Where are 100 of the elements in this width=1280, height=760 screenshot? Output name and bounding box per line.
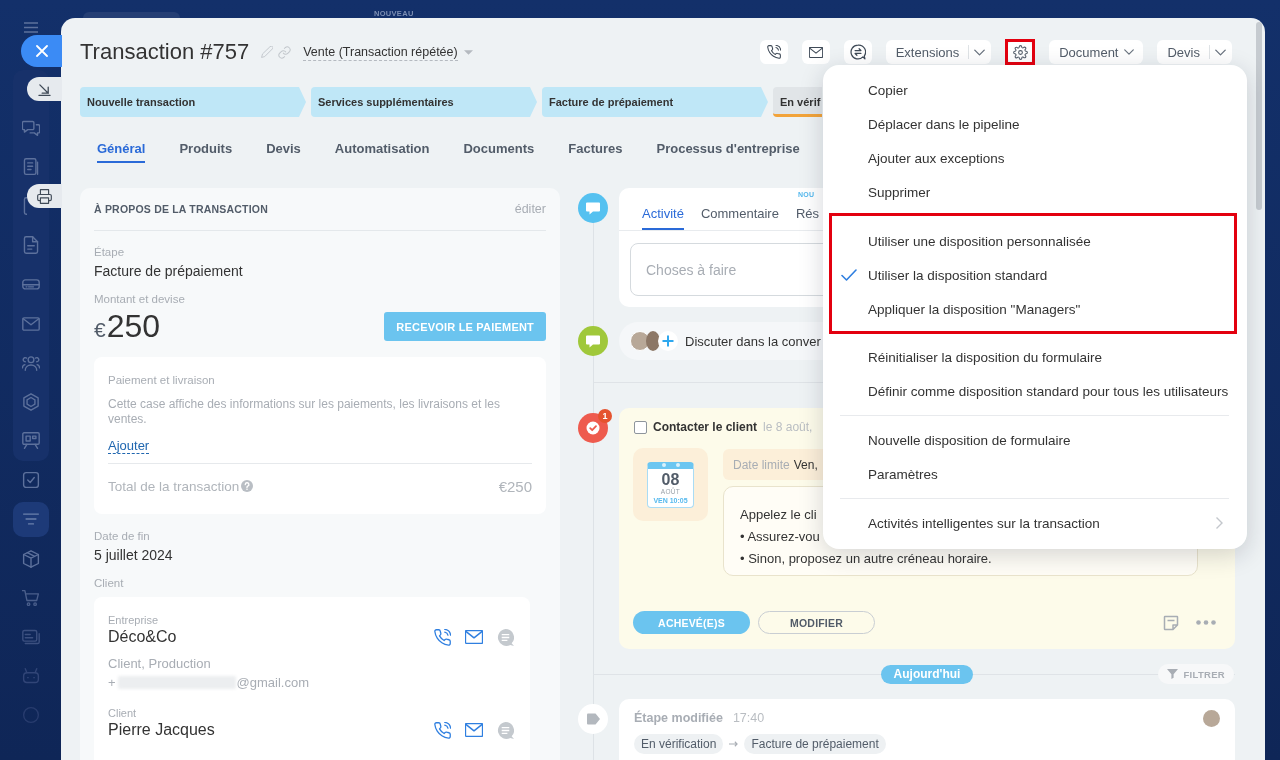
today-label: Aujourd'hui	[880, 664, 974, 684]
check-icon	[841, 269, 857, 281]
document-button[interactable]: Document	[1049, 40, 1144, 64]
tab[interactable]: Processus d'entreprise	[656, 135, 800, 163]
field-label: Client	[94, 576, 124, 591]
circle-icon	[22, 706, 40, 725]
mail-icon	[808, 46, 823, 58]
menu-icon[interactable]	[24, 22, 38, 33]
quote-button[interactable]: Devis	[1157, 40, 1209, 64]
field-label: Étape	[94, 245, 125, 260]
robot-icon	[22, 667, 40, 686]
note-text: • Sinon, proposez un autre créneau horaire.	[740, 550, 992, 567]
calendar-day: 08	[661, 470, 680, 488]
menu-item[interactable]: Nouvelle disposition de formulaire	[823, 423, 1247, 457]
quote-menu-button[interactable]	[1209, 40, 1232, 64]
menu-item[interactable]: Copier	[823, 73, 1247, 107]
amount-value: 250	[106, 312, 161, 341]
menu-item[interactable]: Ajouter aux exceptions	[823, 141, 1247, 175]
tab[interactable]: Documents	[463, 135, 535, 163]
chat-button[interactable]	[843, 40, 872, 64]
close-icon	[35, 45, 48, 57]
document-icon	[22, 157, 40, 176]
phone-icon[interactable]	[434, 628, 451, 646]
chat-icon[interactable]	[497, 628, 514, 646]
history-time: 17:40	[732, 711, 765, 725]
chevron-down-icon	[1124, 49, 1135, 55]
more-icon[interactable]	[1196, 620, 1216, 625]
print-button[interactable]	[27, 184, 62, 208]
minimize-button[interactable]	[27, 77, 62, 101]
note-text: Appelez le cli	[740, 506, 817, 523]
link-icon[interactable]	[278, 45, 292, 59]
pipeline-stage[interactable]: En vérif	[773, 87, 822, 117]
checkbox[interactable]	[634, 420, 647, 434]
extensions-menu-button[interactable]	[968, 40, 992, 64]
menu-item[interactable]: Utiliser la disposition standard	[832, 258, 1234, 292]
tab[interactable]: Produits	[179, 135, 233, 163]
printer-icon	[37, 188, 52, 204]
box-title: Paiement et livraison	[108, 373, 215, 388]
tab[interactable]: Devis	[266, 135, 301, 163]
menu-item[interactable]: Activités intelligentes sur la transaction	[823, 506, 1247, 540]
note-icon[interactable]	[1163, 614, 1179, 631]
field-label: Montant et devise	[94, 292, 185, 307]
arrow-icon	[38, 82, 51, 96]
close-button[interactable]	[21, 35, 62, 67]
pipeline-stage[interactable]: Facture de prépaiement	[542, 87, 768, 117]
history-title: Étape modifiée	[634, 711, 723, 725]
add-icon[interactable]	[658, 331, 678, 351]
section-title: À PROPOS DE LA TRANSACTION	[94, 203, 268, 215]
stage-chip: En vérification	[634, 734, 724, 754]
pipeline-stage[interactable]: Nouvelle transaction	[80, 87, 306, 117]
contact-detail: Client, Production	[108, 655, 211, 673]
menu-item[interactable]: Paramètres	[823, 457, 1247, 491]
menu-item[interactable]: Supprimer	[823, 175, 1247, 209]
menu-item[interactable]: Définir comme disposition standard pour tous les utilisateurs	[823, 374, 1247, 408]
chat-prompt[interactable]: Discuter dans la conver	[685, 333, 821, 349]
category-dropdown[interactable]: Vente (Transaction répétée)	[303, 43, 473, 61]
pipeline-stage[interactable]: Services supplémentaires	[311, 87, 537, 117]
pencil-icon[interactable]	[261, 46, 274, 58]
grid-document-icon	[22, 196, 27, 215]
mail-icon[interactable]	[465, 723, 483, 737]
box-icon	[22, 549, 40, 568]
cart-icon	[22, 588, 40, 607]
contact-role: Entreprise	[108, 613, 159, 627]
total-value: €250	[498, 477, 532, 495]
chat-icon[interactable]	[497, 721, 514, 739]
tab[interactable]: Commentaire	[700, 188, 779, 230]
tab[interactable]: Automatisation	[334, 135, 430, 163]
settings-icon	[1012, 44, 1028, 60]
call-button[interactable]	[759, 40, 788, 64]
email-button[interactable]	[801, 40, 830, 64]
total-label: Total de la transaction	[108, 478, 240, 494]
stage-chip: Facture de prépaiement	[744, 734, 886, 754]
task-icon	[578, 413, 608, 443]
contact-role: Client	[108, 706, 137, 720]
filter-icon	[1167, 669, 1179, 679]
scrollbar[interactable]	[1256, 22, 1262, 210]
contact-name[interactable]: Déco&Co	[108, 627, 177, 647]
page-title: Transaction #757	[80, 38, 250, 66]
field-value: 5 juillet 2024	[94, 546, 173, 565]
menu-item[interactable]: Utiliser une disposition personnalisée	[832, 224, 1234, 258]
menu-item[interactable]: Réinitialiser la disposition du formulaire	[823, 340, 1247, 374]
notification-count: 1	[598, 409, 612, 423]
sidebar-button[interactable]	[13, 501, 49, 537]
phone-icon[interactable]	[434, 721, 451, 739]
contact-name[interactable]: Pierre Jacques	[108, 720, 215, 740]
add-link[interactable]: Ajouter	[108, 438, 150, 454]
tab[interactable]: Factures	[568, 135, 623, 163]
currency-symbol: €	[94, 317, 106, 343]
task-title[interactable]: Contacter le client	[653, 420, 758, 434]
menu-item[interactable]: Appliquer la disposition "Managers"	[832, 292, 1234, 326]
mail-icon[interactable]	[465, 630, 483, 644]
extensions-button[interactable]: Extensions	[885, 40, 969, 64]
help-icon[interactable]	[241, 480, 254, 492]
tab[interactable]: Général	[97, 135, 146, 163]
email-suffix: @gmail.com	[236, 673, 310, 692]
tab[interactable]: Activité	[642, 188, 684, 230]
menu-item[interactable]: Déplacer dans le pipeline	[823, 107, 1247, 141]
file-icon	[22, 236, 40, 255]
arrow-icon	[729, 741, 739, 747]
bubble-arrows-icon	[849, 44, 866, 60]
